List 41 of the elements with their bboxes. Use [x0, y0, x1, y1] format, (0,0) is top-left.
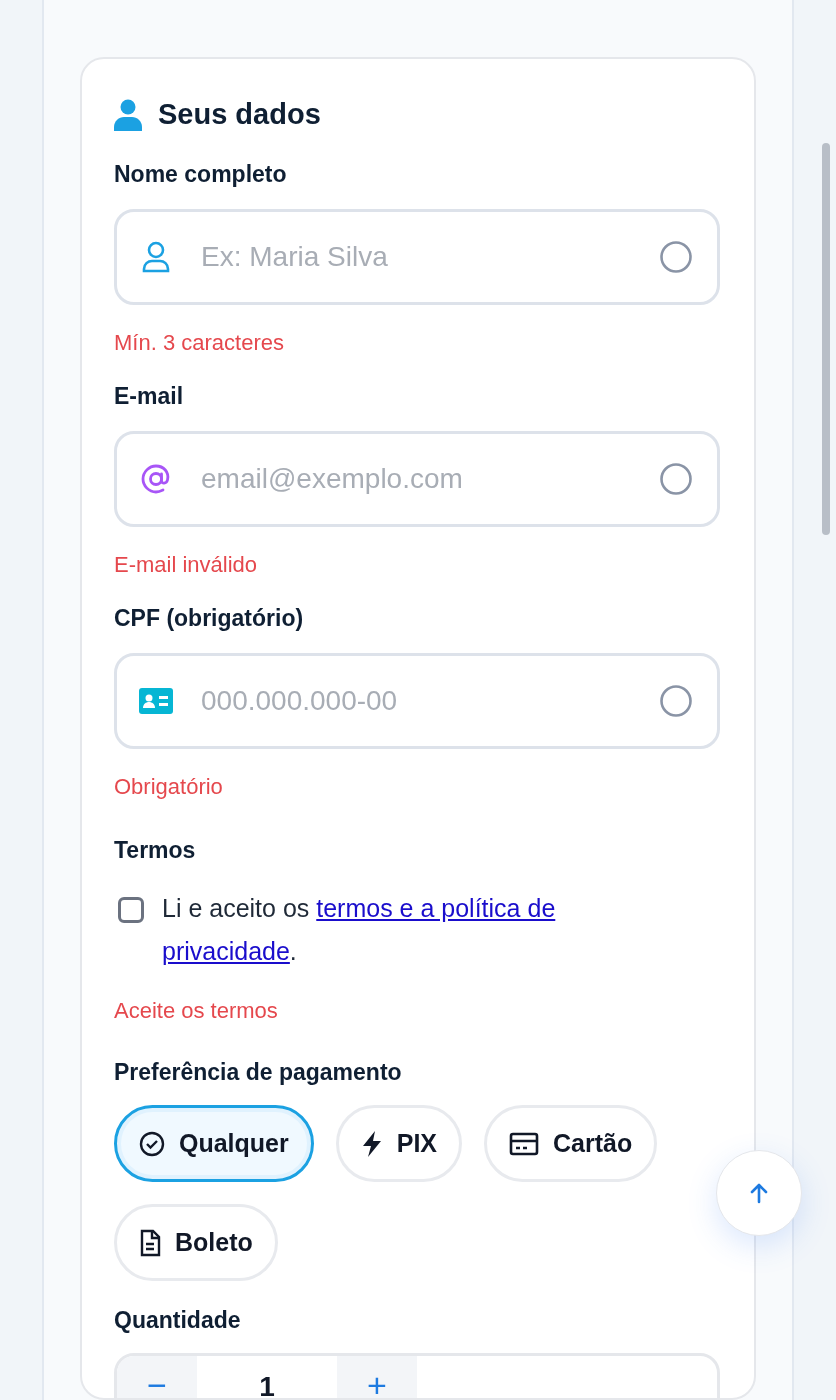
error-message: E-mail inválido [114, 551, 259, 579]
status-circle-icon [659, 684, 693, 718]
error-message: Obrigatório [114, 773, 224, 801]
at-sign-icon [140, 463, 172, 495]
status-circle-icon [659, 240, 693, 274]
error-message: Mín. 3 caracteres [114, 329, 285, 357]
checkbox[interactable] [118, 897, 144, 923]
payment-option[interactable]: PIX [335, 1105, 463, 1182]
arrow-up-icon [749, 1182, 769, 1204]
text-field[interactable]: email@exemplo.com [201, 458, 633, 500]
text-input[interactable]: 000.000.000-00 [114, 653, 720, 749]
text-input[interactable]: Ex: Maria Silva [114, 209, 720, 305]
text-field[interactable]: 000.000.000-00 [201, 680, 633, 722]
text-input[interactable]: email@exemplo.com [114, 431, 720, 527]
quantity-value: 1 [258, 1370, 276, 1398]
field-label: E-mail [114, 382, 185, 411]
user-icon [114, 99, 142, 131]
section-title: Seus dados [158, 97, 321, 133]
credit-card-icon [509, 1131, 540, 1156]
payment-option[interactable]: Boleto [114, 1204, 278, 1281]
id-card-icon [138, 687, 174, 715]
text-field[interactable]: Ex: Maria Silva [201, 236, 633, 278]
scrollbar[interactable] [822, 143, 830, 535]
status-circle-icon [659, 462, 693, 496]
terms-text: Li e aceito os termos e a política de privacidade. [162, 893, 557, 967]
payment-option[interactable]: Cartão [484, 1105, 658, 1182]
error-message: Aceite os termos [114, 997, 279, 1025]
lightning-icon [360, 1130, 383, 1157]
user-icon [141, 241, 171, 273]
increment-button[interactable]: + [337, 1356, 417, 1398]
section-label: Termos [114, 836, 197, 865]
payment-option[interactable]: Qualquer [114, 1105, 314, 1182]
decrement-button[interactable]: − [117, 1356, 197, 1398]
field-label: Nome completo [114, 160, 288, 189]
document-icon [139, 1228, 161, 1257]
terms-link[interactable]: termos e a política de [316, 894, 556, 922]
section-label: Preferência de pagamento [114, 1058, 403, 1087]
check-circle-icon [139, 1130, 165, 1157]
terms-link[interactable]: privacidade [162, 937, 290, 965]
field-label: CPF (obrigatório) [114, 604, 305, 633]
section-label: Quantidade [114, 1306, 242, 1335]
